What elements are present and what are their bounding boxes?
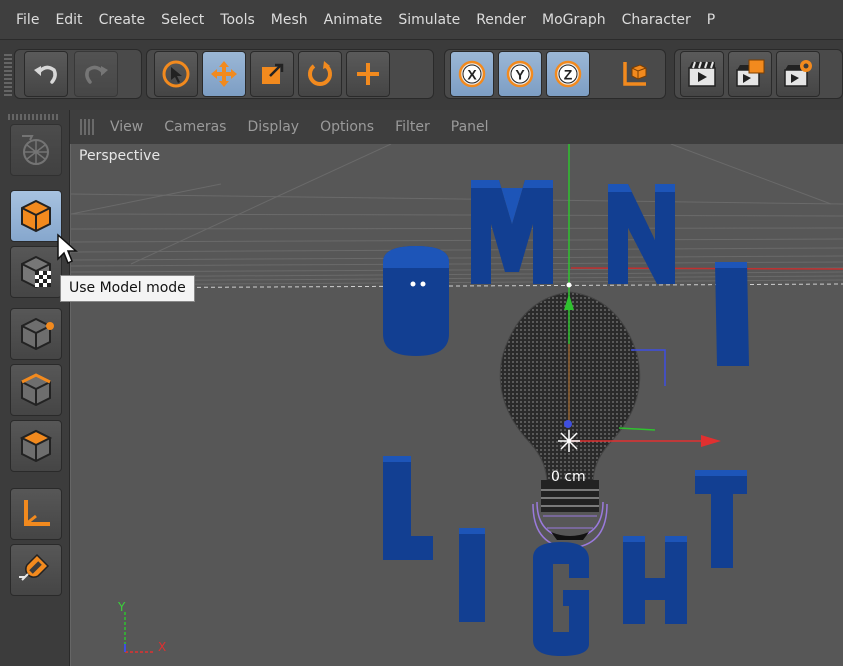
menu-character[interactable]: Character [614, 12, 699, 28]
viewport-menu-bar: View Cameras Display Options Filter Pane… [70, 110, 843, 144]
mode-palette [0, 110, 70, 666]
render-picture-viewer-button[interactable] [728, 51, 772, 97]
add-object-button[interactable] [346, 51, 390, 97]
x-axis-label: X [467, 67, 477, 83]
world-axis-gizmo [124, 612, 153, 653]
rotate-button[interactable] [298, 51, 342, 97]
z-axis-lock-icon: Z [554, 60, 582, 88]
render-settings-icon [784, 60, 812, 87]
viewport-menu-view[interactable]: View [110, 119, 143, 135]
redo-icon [85, 65, 108, 84]
main-toolbar: X Y Z [0, 40, 843, 110]
menu-create[interactable]: Create [91, 12, 154, 28]
mouse-pointer-icon [57, 233, 78, 265]
render-settings-button[interactable] [776, 51, 820, 97]
menu-mesh[interactable]: Mesh [263, 12, 316, 28]
make-editable-button[interactable] [10, 124, 62, 176]
texture-mode-icon [21, 255, 51, 289]
edges-mode-icon [21, 373, 51, 407]
letter-m[interactable] [471, 180, 553, 284]
menu-animate[interactable]: Animate [316, 12, 391, 28]
undo-icon [34, 65, 57, 84]
tooltip: Use Model mode [60, 275, 195, 302]
axis-mode-icon [24, 500, 50, 526]
x-axis-lock-icon: X [458, 60, 486, 88]
edges-mode-button[interactable] [10, 364, 62, 416]
menu-file[interactable]: File [8, 12, 47, 28]
menu-simulate[interactable]: Simulate [390, 12, 468, 28]
texture-mode-button[interactable] [10, 246, 62, 298]
make-editable-icon [22, 135, 49, 165]
viewport-grip[interactable] [80, 119, 96, 135]
x-axis-lock-button[interactable]: X [450, 51, 494, 97]
gizmo-x-label: X [158, 640, 167, 654]
coordinate-system-button[interactable] [612, 51, 656, 97]
scale-icon [262, 63, 284, 84]
gizmo-y-label: Y [118, 600, 126, 614]
viewport-menu-panel[interactable]: Panel [451, 119, 489, 135]
points-mode-button[interactable] [10, 308, 62, 360]
z-axis-label: Z [564, 67, 573, 83]
menu-pipeline-cut[interactable]: P [699, 12, 723, 28]
letter-g[interactable] [533, 542, 589, 656]
letter-l[interactable] [383, 456, 433, 560]
render-view-button[interactable] [680, 51, 724, 97]
move-icon [211, 61, 237, 87]
viewport-menu-filter[interactable]: Filter [395, 119, 430, 135]
distance-readout: 0 cm [551, 469, 586, 485]
letter-i-bottom[interactable] [459, 528, 485, 622]
x-axis-arrow-icon[interactable] [701, 435, 721, 447]
toolbar-grip[interactable] [4, 54, 12, 96]
snap-button[interactable] [10, 544, 62, 596]
add-icon [357, 63, 379, 85]
move-button[interactable] [202, 51, 246, 97]
letter-o[interactable] [383, 246, 449, 356]
live-selection-icon [162, 60, 190, 88]
menu-bar: File Edit Create Select Tools Mesh Anima… [0, 0, 843, 40]
y-axis-lock-icon: Y [506, 60, 534, 88]
undo-button[interactable] [24, 51, 68, 97]
model-mode-icon [21, 199, 51, 233]
render-view-icon [688, 61, 716, 87]
pivot-crosshair-icon [558, 430, 580, 452]
viewport-menu-options[interactable]: Options [320, 119, 374, 135]
menu-mograph[interactable]: MoGraph [534, 12, 614, 28]
viewport-menu-cameras[interactable]: Cameras [164, 119, 226, 135]
live-selection-button[interactable] [154, 51, 198, 97]
perspective-viewport[interactable]: Perspective [70, 144, 843, 666]
y-axis-label: Y [515, 67, 525, 83]
viewport-scene[interactable] [71, 144, 843, 666]
viewport-menu-display[interactable]: Display [247, 119, 299, 135]
render-picture-queue-icon [736, 59, 765, 87]
z-axis-lock-button[interactable]: Z [546, 51, 590, 97]
menu-select[interactable]: Select [153, 12, 212, 28]
object-z-axis-handle[interactable] [564, 420, 572, 428]
polygons-mode-icon [19, 429, 53, 463]
polygons-mode-button[interactable] [10, 420, 62, 472]
axis-mode-button[interactable] [10, 488, 62, 540]
camera-label[interactable]: Perspective [79, 148, 160, 164]
coordinate-system-icon [623, 62, 647, 86]
palette-grip[interactable] [8, 114, 60, 120]
model-mode-button[interactable] [10, 190, 62, 242]
scale-button[interactable] [250, 51, 294, 97]
letter-i-top[interactable] [715, 262, 749, 366]
menu-edit[interactable]: Edit [47, 12, 90, 28]
y-axis-lock-button[interactable]: Y [498, 51, 542, 97]
redo-button[interactable] [74, 51, 118, 97]
menu-render[interactable]: Render [468, 12, 534, 28]
points-mode-icon [21, 317, 54, 351]
rotate-icon [308, 61, 332, 86]
snap-magnet-icon [19, 553, 50, 581]
light-bulb-object[interactable] [499, 291, 641, 549]
letter-h[interactable] [623, 536, 687, 624]
letter-t[interactable] [695, 470, 747, 568]
menu-tools[interactable]: Tools [212, 12, 263, 28]
